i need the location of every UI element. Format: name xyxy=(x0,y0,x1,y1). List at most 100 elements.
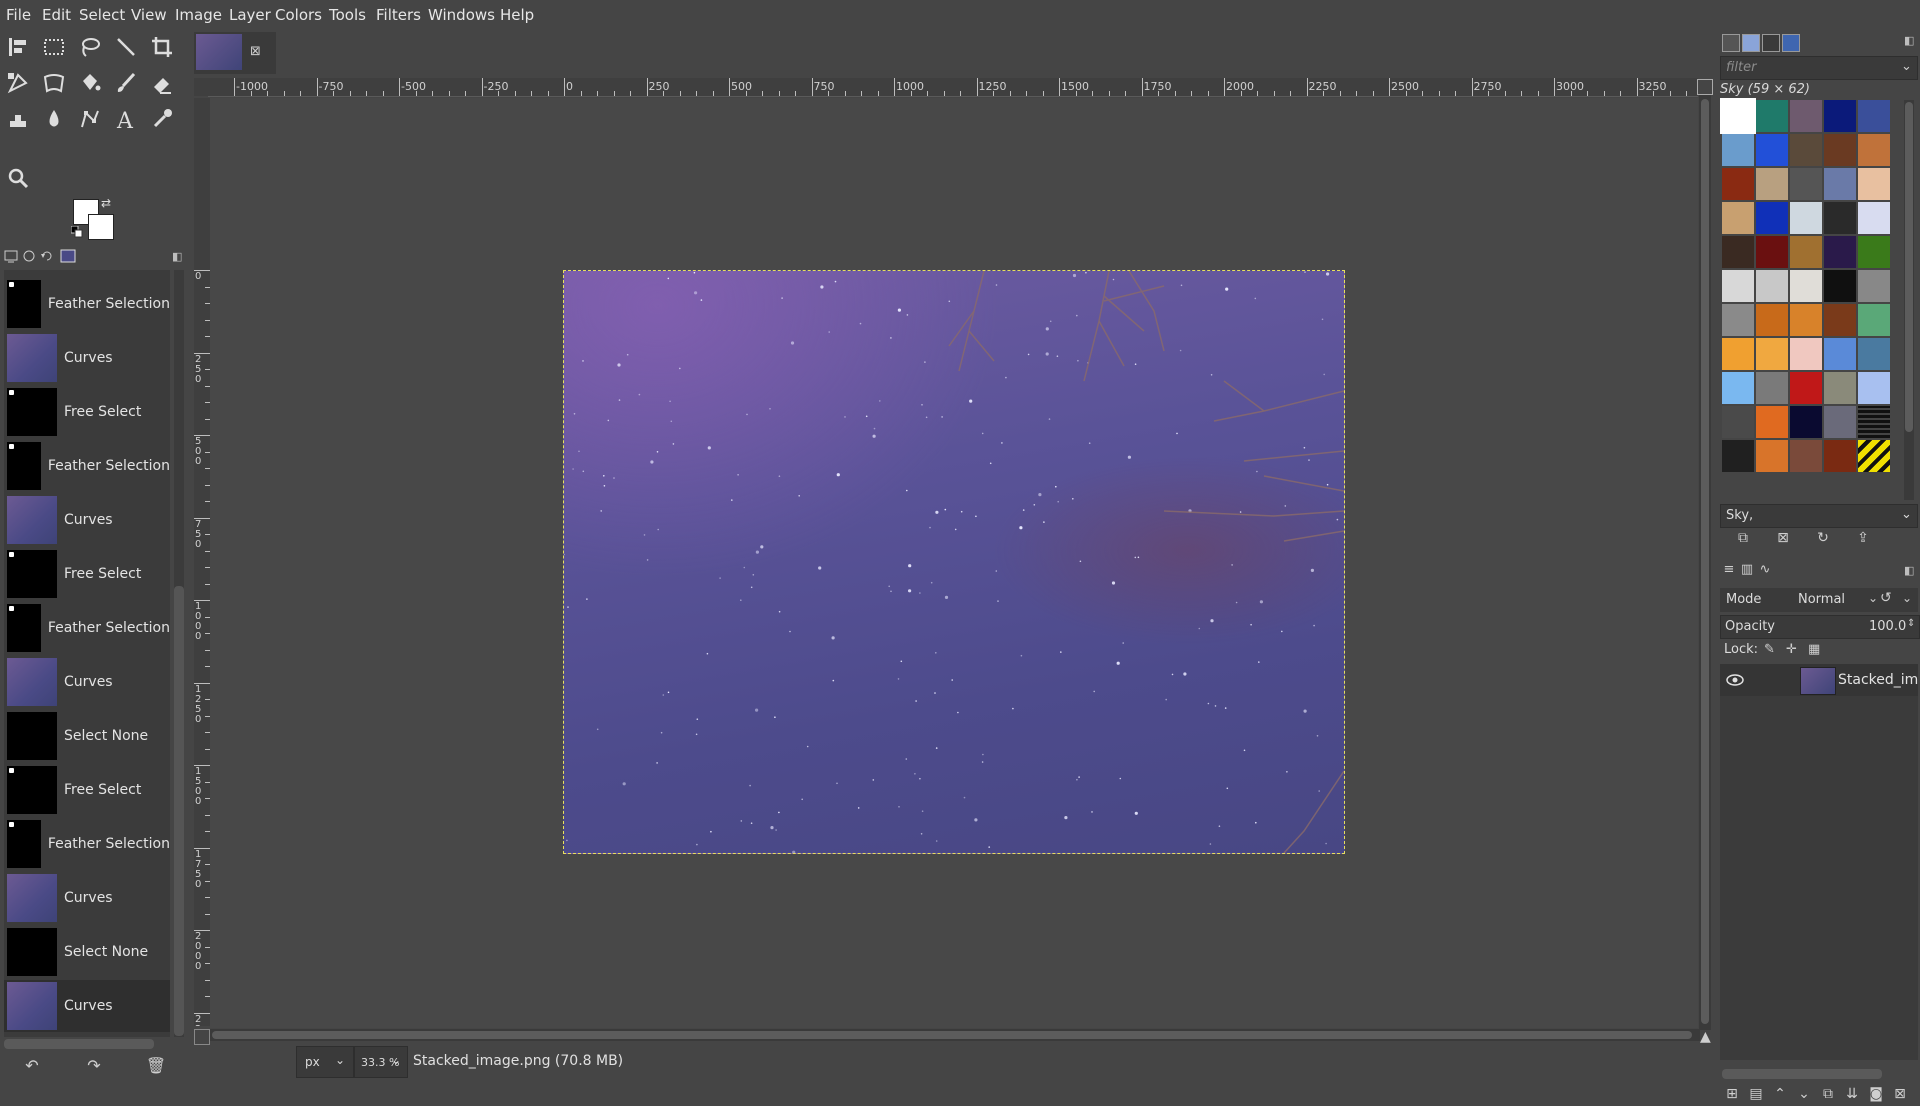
horizontal-ruler[interactable]: -1000 -750 -500 -250 0 250 500 750 1000 1250 1500 1… xyxy=(208,78,1698,97)
pattern-swatch[interactable] xyxy=(1858,304,1890,336)
align-icon[interactable] xyxy=(4,33,32,61)
pattern-swatch[interactable] xyxy=(1756,338,1788,370)
text-icon[interactable]: A xyxy=(112,105,140,133)
pattern-swatch[interactable] xyxy=(1722,236,1754,268)
unified-transform-icon[interactable] xyxy=(4,69,32,97)
pattern-swatch[interactable] xyxy=(1756,406,1788,438)
pattern-swatch[interactable] xyxy=(1756,134,1788,166)
menu-file[interactable]: File xyxy=(6,6,31,24)
history-item[interactable]: Feather Selection xyxy=(4,818,170,870)
menu-select[interactable]: Select xyxy=(79,6,125,24)
pattern-scrollbar-thumb[interactable] xyxy=(1905,102,1913,432)
history-item[interactable]: Free Select xyxy=(4,548,170,600)
reset-mode-icon[interactable]: ↺ xyxy=(1880,590,1892,606)
pattern-swatch[interactable] xyxy=(1824,168,1856,200)
mode-select[interactable]: Normal xyxy=(1798,592,1845,607)
pattern-swatch[interactable] xyxy=(1722,338,1754,370)
layers-tab-icon[interactable]: ≡ xyxy=(1720,562,1738,578)
smudge-icon[interactable] xyxy=(40,105,68,133)
image-canvas[interactable] xyxy=(563,270,1345,854)
close-image-icon[interactable]: ⊠ xyxy=(250,44,261,59)
refresh-patterns-icon[interactable]: ↻ xyxy=(1812,530,1834,550)
quick-mask-toggle[interactable] xyxy=(194,1029,210,1045)
opacity-slider[interactable]: Opacity 100.0 ⇕ xyxy=(1720,615,1920,639)
history-item[interactable]: Select None xyxy=(4,710,170,762)
pattern-swatch[interactable] xyxy=(1756,270,1788,302)
layer-row[interactable]: Stacked_image.png xyxy=(1720,664,1918,696)
pattern-swatch[interactable] xyxy=(1722,304,1754,336)
history-item[interactable]: Feather Selection xyxy=(4,602,170,654)
pattern-swatch[interactable] xyxy=(1790,134,1822,166)
pattern-swatch[interactable] xyxy=(1790,372,1822,404)
lock-alpha-icon[interactable]: ▦ xyxy=(1808,642,1822,657)
menu-image[interactable]: Image xyxy=(175,6,222,24)
menu-colors[interactable]: Colors xyxy=(275,6,322,24)
history-horizontal-scrollbar[interactable] xyxy=(4,1039,154,1049)
pattern-swatch[interactable] xyxy=(1790,406,1822,438)
menu-edit[interactable]: Edit xyxy=(42,6,71,24)
history-item[interactable]: Feather Selection xyxy=(4,440,170,492)
pattern-swatch[interactable] xyxy=(1824,134,1856,166)
configure-tab-icon[interactable]: ◧ xyxy=(172,250,184,263)
menu-filters[interactable]: Filters xyxy=(376,6,421,24)
pattern-swatch[interactable] xyxy=(1722,406,1754,438)
fuzzy-select-icon[interactable] xyxy=(112,33,140,61)
lower-layer-icon[interactable]: ⌄ xyxy=(1794,1086,1814,1106)
pattern-swatch[interactable] xyxy=(1756,440,1788,472)
device-status-tab-icon[interactable] xyxy=(22,249,36,263)
reset-colors-icon[interactable] xyxy=(71,226,83,238)
pattern-swatch[interactable] xyxy=(1790,304,1822,336)
document-history-tab-icon[interactable] xyxy=(1782,34,1800,52)
clone-icon[interactable] xyxy=(4,105,32,133)
zoom-image-icon[interactable] xyxy=(1697,79,1713,95)
history-item[interactable]: Curves xyxy=(4,656,170,708)
history-item[interactable]: Free Select xyxy=(4,764,170,816)
pattern-swatch[interactable] xyxy=(1756,372,1788,404)
pattern-filter-input[interactable]: filter ⌄ xyxy=(1720,56,1918,80)
images-tab-icon[interactable] xyxy=(60,248,76,264)
pattern-swatch[interactable] xyxy=(1790,338,1822,370)
layer-mode-row[interactable]: Mode Normal ⌄ ↺ ⌄ xyxy=(1720,588,1918,612)
undo-history-tab-icon[interactable] xyxy=(40,249,54,263)
pattern-swatch[interactable] xyxy=(1824,372,1856,404)
pattern-swatch[interactable] xyxy=(1756,100,1788,132)
pattern-swatch[interactable] xyxy=(1790,202,1822,234)
pattern-swatch[interactable] xyxy=(1756,236,1788,268)
bucket-fill-icon[interactable] xyxy=(76,69,104,97)
new-layer-icon[interactable]: ⊞ xyxy=(1722,1086,1742,1106)
history-item[interactable]: Select None xyxy=(4,926,170,978)
pattern-swatch[interactable] xyxy=(1722,202,1754,234)
pattern-swatch[interactable] xyxy=(1858,270,1890,302)
pattern-swatch[interactable] xyxy=(1858,168,1890,200)
paintbrush-icon[interactable] xyxy=(112,69,140,97)
pattern-swatch[interactable] xyxy=(1722,270,1754,302)
pattern-swatch[interactable] xyxy=(1756,304,1788,336)
pattern-swatch[interactable] xyxy=(1756,168,1788,200)
lock-position-icon[interactable]: ✛ xyxy=(1786,642,1800,657)
duplicate-pattern-icon[interactable]: ⧉ xyxy=(1732,530,1754,550)
navigate-icon[interactable]: ▲ xyxy=(1700,1029,1714,1045)
history-item[interactable]: Feather Selection xyxy=(4,278,170,330)
merge-layer-icon[interactable]: ⇊ xyxy=(1842,1086,1862,1106)
rect-select-icon[interactable] xyxy=(40,33,68,61)
opacity-value[interactable]: 100.0 xyxy=(1869,619,1906,634)
chevron-down-icon[interactable]: ⌄ xyxy=(1902,591,1912,605)
menu-layer[interactable]: Layer xyxy=(229,6,271,24)
canvas-vertical-scrollbar-thumb[interactable] xyxy=(1701,99,1709,1024)
pattern-swatch[interactable] xyxy=(1790,270,1822,302)
eraser-icon[interactable] xyxy=(148,69,176,97)
layers-horizontal-scrollbar[interactable] xyxy=(1722,1069,1882,1079)
lock-pixels-icon[interactable]: ✎ xyxy=(1764,642,1778,657)
menu-help[interactable]: Help xyxy=(500,6,534,24)
spinner-icon[interactable]: ⇕ xyxy=(1907,618,1915,629)
new-layer-group-icon[interactable]: ▤ xyxy=(1746,1086,1766,1106)
open-pattern-icon[interactable]: ⇪ xyxy=(1852,530,1874,550)
history-item[interactable]: Curves xyxy=(4,872,170,924)
clear-history-icon[interactable]: 🗑 xyxy=(144,1056,168,1076)
delete-layer-icon[interactable]: ⊠ xyxy=(1890,1086,1910,1106)
pattern-tag-select[interactable]: Sky, ⌄ xyxy=(1720,504,1918,528)
pattern-swatch[interactable] xyxy=(1824,338,1856,370)
pattern-swatch[interactable] xyxy=(1858,372,1890,404)
delete-pattern-icon[interactable]: ⊠ xyxy=(1772,530,1794,550)
fonts-tab-icon[interactable] xyxy=(1762,34,1780,52)
